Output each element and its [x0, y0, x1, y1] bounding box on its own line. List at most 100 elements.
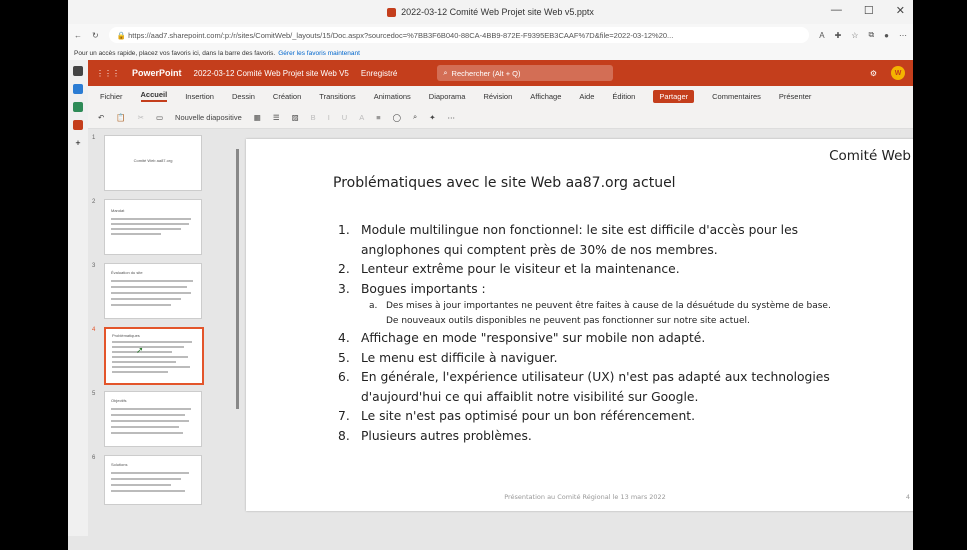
- tab-transitions[interactable]: Transitions: [319, 92, 355, 101]
- designer-icon[interactable]: ✦: [429, 113, 435, 122]
- powerpoint-icon: [387, 7, 397, 17]
- font-color-icon[interactable]: A: [359, 113, 364, 122]
- thumb-text: Comité Web aa87.org: [133, 158, 173, 163]
- thumb-number: 6: [92, 455, 96, 461]
- list-item: 7. Le site n'est pas optimisé pour un bon…: [338, 409, 696, 423]
- save-status: Enregistré: [360, 68, 398, 78]
- sub-list: a. Des mises à jour importantes ne peuven…: [361, 299, 838, 329]
- list-item: 4. Affichage en mode "responsive" sur mob…: [338, 331, 706, 345]
- slide-bullet-list: 1. Module multilingue non fonctionnel: le…: [338, 221, 838, 446]
- tab-insertion[interactable]: Insertion: [185, 92, 214, 101]
- tools-icon[interactable]: [73, 102, 83, 112]
- tab-animations[interactable]: Animations: [374, 92, 411, 101]
- office-icon[interactable]: [73, 120, 83, 130]
- tab-creation[interactable]: Création: [273, 92, 301, 101]
- app-launcher-icon[interactable]: ⋮⋮⋮: [96, 69, 120, 78]
- tab-actions-icon[interactable]: [73, 66, 83, 76]
- cut-icon[interactable]: ✂: [138, 113, 144, 122]
- layout-icon[interactable]: ▦: [254, 113, 261, 122]
- settings-icon[interactable]: ⚙: [870, 69, 877, 78]
- slide-thumbnail-6[interactable]: Solutions: [104, 455, 202, 505]
- section-icon[interactable]: ☰: [273, 113, 280, 122]
- thumb-text: Évaluation du site: [111, 270, 143, 275]
- picture-icon[interactable]: ▨: [292, 113, 299, 122]
- tab-fichier[interactable]: Fichier: [100, 92, 123, 101]
- slide-corner-label: Comité Web: [829, 148, 911, 164]
- edge-sidebar: +: [68, 60, 88, 550]
- bing-icon[interactable]: [73, 84, 83, 94]
- undo-icon[interactable]: ↶: [98, 113, 104, 122]
- new-slide-icon[interactable]: ▭: [156, 113, 163, 122]
- slide[interactable]: Comité Web Problématiques avec le site W…: [246, 139, 913, 511]
- tab-accueil[interactable]: Accueil: [140, 90, 168, 102]
- collections-icon[interactable]: ⧉: [868, 30, 874, 40]
- more-icon[interactable]: ⋯: [899, 31, 907, 40]
- maximize-icon[interactable]: ☐: [864, 4, 874, 17]
- search-icon: ⌕: [443, 68, 448, 77]
- window-title: 2022-03-12 Comité Web Projet site Web v5…: [401, 7, 594, 17]
- thumb-text: Problématiques: [112, 333, 140, 338]
- tab-aide[interactable]: Aide: [579, 92, 594, 101]
- manage-favorites-link[interactable]: Gérer les favoris maintenant: [278, 50, 360, 57]
- thumb-number: 2: [92, 199, 96, 205]
- thumb-text: Solutions: [111, 462, 128, 467]
- status-bar: [68, 536, 913, 550]
- search-input[interactable]: ⌕ Rechercher (Alt + Q): [437, 65, 614, 81]
- slide-thumbnail-5[interactable]: Objectifs: [104, 391, 202, 447]
- bold-icon[interactable]: B: [311, 113, 316, 122]
- list-item: 3. Bogues importants : a. Des mises à jour…: [338, 280, 838, 330]
- ribbon-toolbar: ↶ 📋 ✂ ▭ Nouvelle diapositive ▦ ☰ ▨ B I U…: [88, 106, 913, 129]
- comments-button[interactable]: Commentaires: [712, 92, 761, 101]
- more-options-icon[interactable]: ⋯: [448, 113, 456, 122]
- favorites-icon[interactable]: ☆: [851, 31, 858, 40]
- powerpoint-header: ⋮⋮⋮ PowerPoint 2022-03-12 Comité Web Pro…: [88, 60, 913, 86]
- url-input[interactable]: 🔒 https://aad7.sharepoint.com/:p:/r/site…: [108, 27, 810, 43]
- shapes-icon[interactable]: ◯: [393, 113, 401, 122]
- paste-icon[interactable]: 📋: [116, 113, 125, 122]
- slide-title: Problématiques avec le site Web aa87.org…: [333, 175, 676, 191]
- present-button[interactable]: Présenter: [779, 92, 812, 101]
- find-icon[interactable]: ⌕: [413, 112, 417, 122]
- underline-icon[interactable]: U: [342, 113, 347, 122]
- slide-thumbnail-2[interactable]: Mandat: [104, 199, 202, 255]
- favorites-text: Pour un accès rapide, placez vos favoris…: [74, 49, 276, 57]
- workspace: 1 Comité Web aa87.org 2 Mandat 3 Évaluat…: [88, 129, 913, 550]
- search-placeholder: Rechercher (Alt + Q): [451, 68, 521, 78]
- back-icon[interactable]: ←: [74, 31, 82, 40]
- tab-dessin[interactable]: Dessin: [232, 92, 255, 101]
- thumb-text: Mandat: [111, 208, 125, 213]
- slide-thumbnail-4[interactable]: Problématiques ➚: [104, 327, 204, 385]
- new-slide-button[interactable]: Nouvelle diapositive: [175, 113, 242, 122]
- avatar[interactable]: W: [891, 66, 905, 80]
- close-icon[interactable]: ✕: [896, 4, 905, 17]
- app-name[interactable]: PowerPoint: [132, 68, 182, 78]
- list-item: 1. Module multilingue non fonctionnel: le…: [338, 223, 799, 257]
- add-icon[interactable]: +: [75, 138, 80, 148]
- thumb-number: 5: [92, 391, 96, 397]
- minimize-icon[interactable]: —: [831, 4, 842, 17]
- slide-thumbnail-1[interactable]: Comité Web aa87.org: [104, 135, 202, 191]
- slide-number: 4: [905, 493, 910, 501]
- list-item: 8. Plusieurs autres problèmes.: [338, 428, 532, 443]
- refresh-icon[interactable]: ↻: [92, 31, 99, 40]
- tab-revision[interactable]: Révision: [483, 92, 512, 101]
- favorites-bar: Pour un accès rapide, placez vos favoris…: [68, 46, 913, 61]
- read-aloud-icon[interactable]: A: [819, 31, 824, 40]
- align-icon[interactable]: ≡: [376, 113, 380, 122]
- italic-icon[interactable]: I: [328, 113, 330, 122]
- share-button[interactable]: Partager: [653, 89, 695, 103]
- thumb-number: 1: [92, 135, 96, 141]
- url-text: https://aad7.sharepoint.com/:p:/r/sites/…: [128, 30, 674, 40]
- slide-thumbnail-3[interactable]: Évaluation du site: [104, 263, 202, 319]
- list-item: 5. Le menu est difficile à naviguer.: [338, 350, 558, 365]
- ribbon-tabs: Fichier Accueil Insertion Dessin Créatio…: [88, 86, 913, 106]
- doc-title[interactable]: 2022-03-12 Comité Web Projet site Web V5: [194, 69, 349, 78]
- extensions-icon[interactable]: ✚: [835, 31, 842, 40]
- profile-icon[interactable]: ●: [884, 31, 889, 40]
- list-item: 6. En générale, l'expérience utilisateur …: [338, 370, 830, 404]
- tab-diaporama[interactable]: Diaporama: [429, 92, 466, 101]
- title-bar: 2022-03-12 Comité Web Projet site Web v5…: [68, 0, 913, 24]
- edit-mode-button[interactable]: Édition: [612, 92, 635, 101]
- browser-window: 2022-03-12 Comité Web Projet site Web v5…: [68, 0, 913, 550]
- tab-affichage[interactable]: Affichage: [530, 92, 561, 101]
